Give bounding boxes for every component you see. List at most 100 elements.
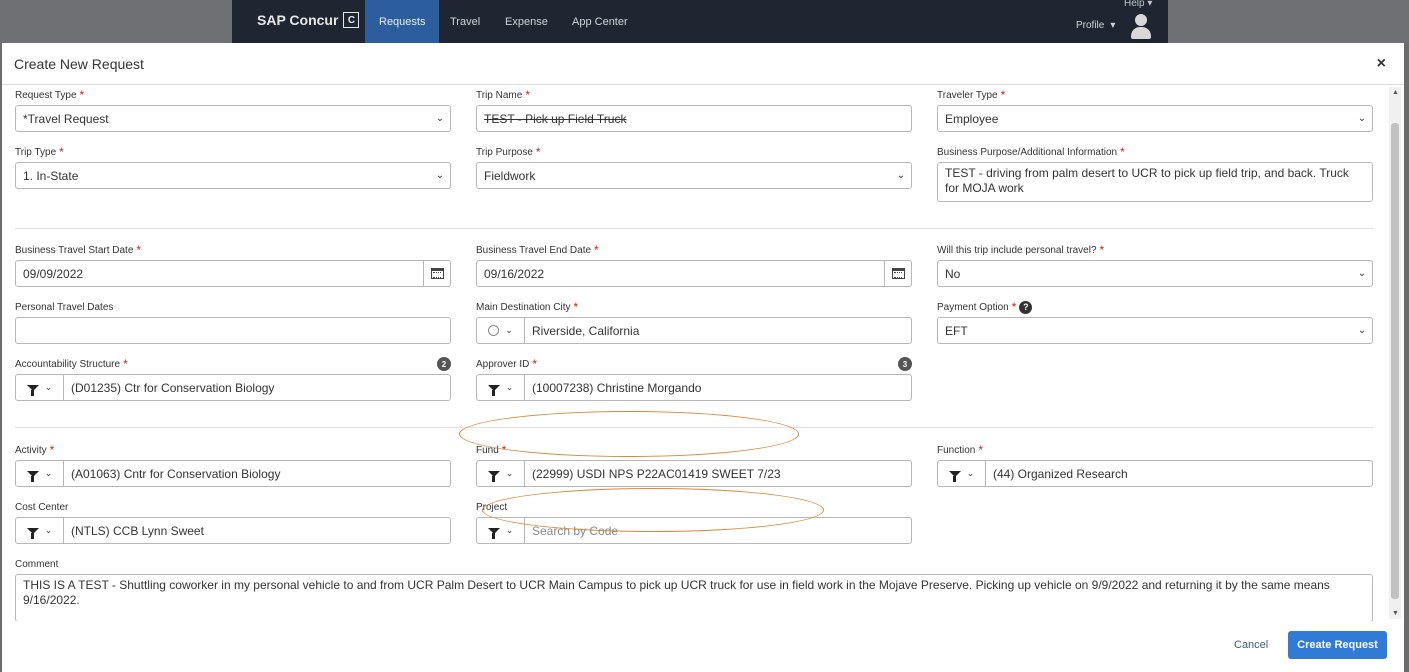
comment-textarea[interactable]: THIS IS A TEST - Shuttling coworker in m… xyxy=(15,574,1373,621)
request-type-select[interactable]: *Travel Request ⌄ xyxy=(15,105,451,132)
start-date-input[interactable]: 09/09/2022 xyxy=(15,260,451,287)
brand-name: SAP Concur xyxy=(257,12,339,28)
close-icon[interactable]: × xyxy=(1377,55,1386,73)
destination-input[interactable]: ⌄ Riverside, California xyxy=(476,317,912,344)
cancel-button[interactable]: Cancel xyxy=(1230,631,1272,659)
calendar-icon[interactable] xyxy=(423,261,450,286)
payment-option-select[interactable]: EFT ⌄ xyxy=(937,317,1373,344)
function-input[interactable]: ⌄ (44) Organized Research xyxy=(937,460,1373,487)
nav-tab-app-center[interactable]: App Center xyxy=(558,0,642,43)
scrollbar-thumb[interactable] xyxy=(1391,123,1399,599)
cost-center-input[interactable]: ⌄ (NTLS) CCB Lynn Sweet xyxy=(15,517,451,544)
filter-dropdown[interactable]: ⌄ xyxy=(477,518,525,543)
trip-purpose-field: Trip Purpose * Fieldwork ⌄ xyxy=(476,145,912,189)
trip-type-value: 1. In-State xyxy=(23,168,79,183)
avatar[interactable] xyxy=(1130,14,1152,40)
required-marker: * xyxy=(1120,145,1125,159)
brand-logo[interactable]: SAP Concur C xyxy=(257,12,360,28)
trip-purpose-select[interactable]: Fieldwork ⌄ xyxy=(476,162,912,189)
nav-tab-requests[interactable]: Requests xyxy=(365,0,440,43)
comment-value: THIS IS A TEST - Shuttling coworker in m… xyxy=(23,578,1330,607)
filter-icon xyxy=(487,470,500,482)
activity-field: Activity * ⌄ (A01063) Cntr for Conservati… xyxy=(15,443,451,487)
business-purpose-textarea[interactable]: TEST - driving from palm desert to UCR t… xyxy=(937,162,1373,202)
required-marker: * xyxy=(1011,300,1017,314)
chevron-down-icon: ⌄ xyxy=(435,170,445,181)
end-date-value: 09/16/2022 xyxy=(484,266,545,281)
required-marker: * xyxy=(525,88,530,102)
chevron-down-icon: ⌄ xyxy=(44,468,53,478)
project-field: Project ⌄ Search by Code xyxy=(476,500,912,544)
start-date-field: Business Travel Start Date * 09/09/2022 xyxy=(15,243,451,287)
create-request-button[interactable]: Create Request xyxy=(1288,631,1387,659)
filter-icon xyxy=(948,470,961,482)
traveler-type-select[interactable]: Employee ⌄ xyxy=(937,105,1373,132)
personal-travel-label: Will this trip include personal travel? xyxy=(937,244,1097,256)
profile-label: Profile xyxy=(1076,20,1105,31)
form-body: Request Type * *Travel Request ⌄ Trip Nam… xyxy=(2,86,1386,621)
approver-field: Approver ID * 3 ⌄ (10007238) Christine Mo… xyxy=(476,357,912,401)
chevron-down-icon: ⌄ xyxy=(505,525,514,535)
accountability-field: Accountability Structure * 2 ⌄ (D01235) C… xyxy=(15,357,451,401)
project-placeholder: Search by Code xyxy=(532,523,619,538)
personal-travel-value: No xyxy=(945,266,961,281)
nav-tab-expense[interactable]: Expense xyxy=(491,0,562,43)
activity-value: (A01063) Cntr for Conservation Biology xyxy=(71,466,281,481)
chevron-down-icon: ⌄ xyxy=(896,170,906,181)
nav-tab-travel[interactable]: Travel xyxy=(436,0,494,43)
fund-label: Fund xyxy=(476,444,499,456)
required-marker: * xyxy=(532,357,538,371)
filter-dropdown[interactable]: ⌄ xyxy=(16,375,64,400)
filter-dropdown[interactable]: ⌄ xyxy=(477,375,525,400)
section-divider xyxy=(15,228,1373,229)
scroll-up-icon[interactable]: ▲ xyxy=(1392,89,1399,96)
required-marker: * xyxy=(123,357,128,371)
fund-value: (22999) USDI NPS P22AC01419 SWEET 7/23 xyxy=(532,466,781,481)
comment-label: Comment xyxy=(15,558,59,570)
required-marker: * xyxy=(594,243,599,257)
chevron-down-icon: ⌄ xyxy=(505,382,514,392)
accountability-input[interactable]: ⌄ (D01235) Ctr for Conservation Biology xyxy=(15,374,451,401)
required-marker: * xyxy=(59,145,64,159)
required-marker: * xyxy=(1099,243,1105,257)
scrollbar[interactable]: ▲ ▼ xyxy=(1389,87,1401,619)
personal-dates-field: Personal Travel Dates xyxy=(15,300,451,344)
approver-label: Approver ID xyxy=(476,358,530,370)
filter-icon xyxy=(26,527,39,539)
required-marker: * xyxy=(978,443,984,457)
personal-travel-select[interactable]: No ⌄ xyxy=(937,260,1373,287)
scroll-down-icon[interactable]: ▼ xyxy=(1392,610,1399,617)
calendar-icon[interactable] xyxy=(884,261,911,286)
help-menu[interactable]: Help ▾ xyxy=(1124,0,1152,9)
chevron-down-icon: ⌄ xyxy=(966,468,975,478)
personal-dates-input[interactable] xyxy=(15,317,451,344)
brand-mark-icon: C xyxy=(343,12,360,28)
payment-option-value: EFT xyxy=(945,323,968,338)
personal-dates-label: Personal Travel Dates xyxy=(15,301,114,313)
fund-input[interactable]: ⌄ (22999) USDI NPS P22AC01419 SWEET 7/23 xyxy=(476,460,912,487)
activity-input[interactable]: ⌄ (A01063) Cntr for Conservation Biology xyxy=(15,460,451,487)
filter-dropdown[interactable]: ⌄ xyxy=(16,518,64,543)
filter-dropdown[interactable]: ⌄ xyxy=(16,461,64,486)
trip-type-label: Trip Type xyxy=(15,146,57,158)
end-date-input[interactable]: 09/16/2022 xyxy=(476,260,912,287)
section-divider xyxy=(15,427,1373,428)
location-type-dropdown[interactable]: ⌄ xyxy=(477,318,525,343)
filter-dropdown[interactable]: ⌄ xyxy=(938,461,986,486)
filter-dropdown[interactable]: ⌄ xyxy=(477,461,525,486)
destination-value: Riverside, California xyxy=(532,323,640,338)
help-icon[interactable]: ? xyxy=(1019,300,1033,314)
traveler-type-label: Traveler Type xyxy=(937,89,998,101)
business-purpose-value: TEST - driving from palm desert to UCR t… xyxy=(945,166,1349,195)
start-date-label: Business Travel Start Date xyxy=(15,244,134,256)
business-purpose-label: Business Purpose/Additional Information xyxy=(937,146,1118,158)
modal-header: Create New Request xyxy=(2,43,1404,85)
profile-menu[interactable]: Profile ▾ xyxy=(1076,20,1115,31)
trip-type-select[interactable]: 1. In-State ⌄ xyxy=(15,162,451,189)
trip-type-field: Trip Type * 1. In-State ⌄ xyxy=(15,145,451,189)
trip-name-input[interactable]: TEST - Pick up Field Truck xyxy=(476,105,912,132)
payment-option-label: Payment Option xyxy=(937,301,1009,313)
approver-input[interactable]: ⌄ (10007238) Christine Morgando xyxy=(476,374,912,401)
chevron-down-icon: ⌄ xyxy=(1357,325,1367,336)
project-input[interactable]: ⌄ Search by Code xyxy=(476,517,912,544)
